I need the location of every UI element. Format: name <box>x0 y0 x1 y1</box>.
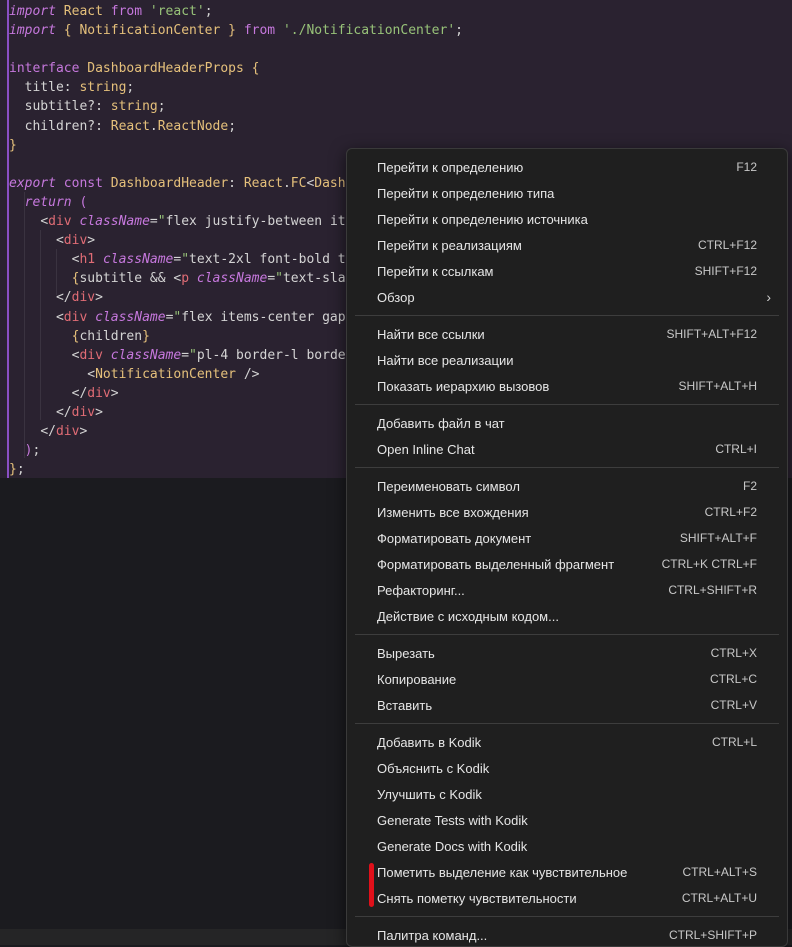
menu-item-1-1[interactable]: Найти все реализации <box>347 347 787 373</box>
menu-item-0-0[interactable]: Перейти к определению F12 <box>347 154 787 180</box>
code-line: title: string; <box>24 80 135 96</box>
menu-item-5-2[interactable]: Улучшить с Kodik <box>347 781 787 807</box>
code-line: subtitle?: string; <box>24 99 166 115</box>
menu-item-0-4[interactable]: Перейти к ссылкам SHIFT+F12 <box>347 258 787 284</box>
menu-item-shortcut: CTRL+F2 <box>704 505 757 519</box>
menu-separator <box>355 916 779 917</box>
code-line: import React from 'react'; <box>9 4 213 19</box>
chevron-right-icon: › <box>766 289 771 305</box>
menu-item-3-5[interactable]: Действие с исходным кодом... <box>347 603 787 629</box>
menu-item-label: Рефакторинг... <box>377 582 465 598</box>
code-line: import { NotificationCenter } from './No… <box>9 23 463 39</box>
menu-item-label: Generate Docs with Kodik <box>377 838 528 854</box>
menu-item-label: Объяснить с Kodik <box>377 760 490 776</box>
menu-item-5-1[interactable]: Объяснить с Kodik <box>347 755 787 781</box>
menu-item-shortcut: CTRL+F12 <box>697 238 757 252</box>
menu-item-label: Форматировать выделенный фрагмент <box>377 556 615 572</box>
menu-item-shortcut: CTRL+SHIFT+R <box>668 583 757 597</box>
menu-item-shortcut: CTRL+L <box>711 735 757 749</box>
menu-item-2-0[interactable]: Добавить файл в чат <box>347 410 787 436</box>
menu-item-label: Перейти к определению источника <box>377 211 588 227</box>
menu-item-shortcut: SHIFT+F12 <box>694 264 757 278</box>
menu-item-shortcut: F2 <box>742 479 757 493</box>
code-line: children?: React.ReactNode; <box>24 118 237 134</box>
menu-item-shortcut: SHIFT+ALT+H <box>678 379 757 393</box>
menu-item-label: Добавить файл в чат <box>377 415 505 431</box>
menu-separator <box>355 634 779 635</box>
menu-item-5-4[interactable]: Generate Docs with Kodik <box>347 833 787 859</box>
menu-item-0-2[interactable]: Перейти к определению источника <box>347 206 787 232</box>
menu-item-3-1[interactable]: Изменить все вхождения CTRL+F2 <box>347 499 787 525</box>
menu-item-0-3[interactable]: Перейти к реализациям CTRL+F12 <box>347 232 787 258</box>
menu-item-4-1[interactable]: Копирование CTRL+C <box>347 666 787 692</box>
menu-item-label: Вставить <box>377 697 433 713</box>
menu-item-3-2[interactable]: Форматировать документ SHIFT+ALT+F <box>347 525 787 551</box>
menu-item-label: Пометить выделение как чувствительное <box>377 864 628 880</box>
menu-item-label: Обзор <box>377 289 415 305</box>
menu-item-shortcut: SHIFT+ALT+F12 <box>666 327 757 341</box>
menu-item-label: Улучшить с Kodik <box>377 786 482 802</box>
menu-item-6-0[interactable]: Палитра команд... CTRL+SHIFT+P <box>347 922 787 946</box>
menu-item-5-0[interactable]: Добавить в Kodik CTRL+L <box>347 729 787 755</box>
menu-item-label: Вырезать <box>377 645 435 661</box>
menu-separator <box>355 723 779 724</box>
menu-item-0-1[interactable]: Перейти к определению типа <box>347 180 787 206</box>
menu-item-shortcut: CTRL+ALT+S <box>682 865 757 879</box>
context-menu: Перейти к определению F12 Перейти к опреде… <box>346 148 788 947</box>
menu-separator <box>355 404 779 405</box>
menu-item-label: Найти все реализации <box>377 352 514 368</box>
menu-item-3-4[interactable]: Рефакторинг... CTRL+SHIFT+R <box>347 577 787 603</box>
menu-item-1-0[interactable]: Найти все ссылки SHIFT+ALT+F12 <box>347 321 787 347</box>
menu-item-label: Перейти к определению типа <box>377 185 555 201</box>
menu-item-5-3[interactable]: Generate Tests with Kodik <box>347 807 787 833</box>
menu-item-label: Копирование <box>377 671 457 687</box>
menu-item-shortcut: F12 <box>736 160 757 174</box>
menu-item-shortcut: CTRL+SHIFT+P <box>668 928 757 942</box>
menu-item-shortcut: SHIFT+ALT+F <box>679 531 757 545</box>
menu-item-5-6[interactable]: Снять пометку чувствительности CTRL+ALT+U <box>347 885 787 911</box>
menu-item-shortcut: CTRL+C <box>709 672 757 686</box>
menu-item-label: Снять пометку чувствительности <box>377 890 577 906</box>
menu-item-label: Форматировать документ <box>377 530 532 546</box>
menu-item-shortcut: CTRL+X <box>710 646 757 660</box>
menu-item-label: Палитра команд... <box>377 927 488 943</box>
menu-separator <box>355 467 779 468</box>
menu-item-shortcut: CTRL+K CTRL+F <box>661 557 757 571</box>
menu-item-label: Найти все ссылки <box>377 326 485 342</box>
menu-item-shortcut: CTRL+V <box>710 698 757 712</box>
code-line: interface DashboardHeaderProps { <box>9 61 260 77</box>
menu-item-2-1[interactable]: Open Inline Chat CTRL+I <box>347 436 787 462</box>
menu-item-label: Open Inline Chat <box>377 441 475 457</box>
menu-item-label: Добавить в Kodik <box>377 734 482 750</box>
menu-item-3-0[interactable]: Переименовать символ F2 <box>347 473 787 499</box>
menu-item-shortcut: CTRL+ALT+U <box>681 891 757 905</box>
menu-item-label: Перейти к реализациям <box>377 237 522 253</box>
menu-item-label: Действие с исходным кодом... <box>377 608 559 624</box>
menu-item-label: Переименовать символ <box>377 478 520 494</box>
menu-item-1-2[interactable]: Показать иерархию вызовов SHIFT+ALT+H <box>347 373 787 399</box>
menu-item-label: Показать иерархию вызовов <box>377 378 550 394</box>
menu-item-shortcut: CTRL+I <box>715 442 757 456</box>
menu-item-label: Generate Tests with Kodik <box>377 812 528 828</box>
menu-item-4-2[interactable]: Вставить CTRL+V <box>347 692 787 718</box>
menu-item-3-3[interactable]: Форматировать выделенный фрагмент CTRL+K … <box>347 551 787 577</box>
menu-item-label: Перейти к определению <box>377 159 524 175</box>
menu-item-label: Перейти к ссылкам <box>377 263 494 279</box>
menu-item-label: Изменить все вхождения <box>377 504 529 520</box>
menu-item-0-5[interactable]: Обзор › <box>347 284 787 310</box>
menu-item-4-0[interactable]: Вырезать CTRL+X <box>347 640 787 666</box>
menu-item-5-5[interactable]: Пометить выделение как чувствительное CTR… <box>347 859 787 885</box>
menu-separator <box>355 315 779 316</box>
